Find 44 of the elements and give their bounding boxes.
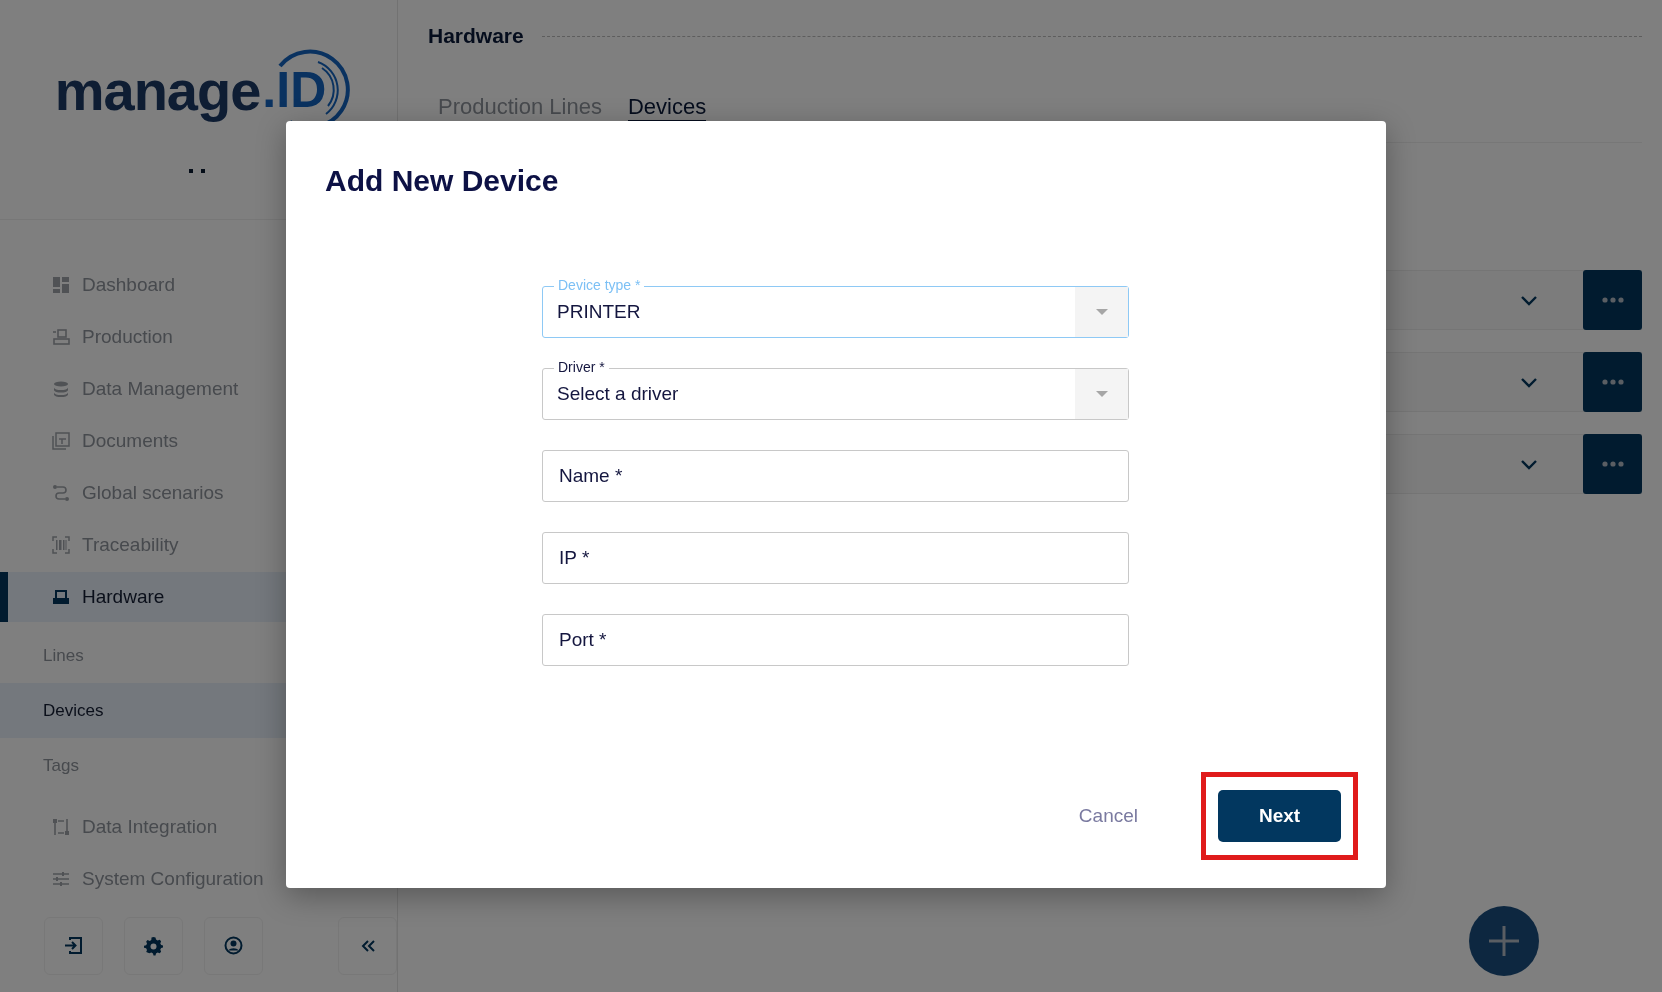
more-icon: [1601, 379, 1624, 385]
nav-item[interactable]: Data Integration: [0, 801, 397, 853]
tab[interactable]: Production Lines: [438, 94, 602, 120]
dashboard-icon: [52, 276, 70, 294]
input-field[interactable]: IP *: [542, 532, 1129, 584]
nav-item[interactable]: System Configuration: [0, 853, 397, 905]
account-icon: [224, 935, 243, 957]
logo-wordmark: .ID: [262, 61, 327, 119]
double-chevron-left-icon: [360, 940, 375, 952]
chevron-down-icon[interactable]: [1520, 294, 1538, 306]
nav-item[interactable]: Documents: [0, 415, 397, 467]
document-icon: [52, 432, 70, 450]
account-button[interactable]: [204, 917, 263, 975]
tab[interactable]: Devices: [627, 94, 707, 120]
input-field[interactable]: Name *: [542, 450, 1129, 502]
logout-icon: [64, 935, 83, 957]
logo-wordmark: manage: [54, 57, 261, 123]
dialog-title: Add New Device: [325, 164, 559, 198]
chevron-down-icon[interactable]: [1520, 458, 1538, 470]
next-button[interactable]: Next: [1218, 790, 1341, 842]
settings-button[interactable]: [124, 917, 183, 975]
input-field[interactable]: Port *: [542, 614, 1129, 666]
settings-icon: [144, 935, 163, 957]
nav-item[interactable]: Global scenarios: [0, 467, 397, 519]
sliders-icon: [52, 870, 70, 888]
plus-icon: [1489, 926, 1519, 956]
nav-item[interactable]: Dashboard: [0, 259, 397, 311]
nav-item[interactable]: Data Management: [0, 363, 397, 415]
printer-icon: [52, 588, 70, 606]
more-icon: [1601, 297, 1624, 303]
caret-icon: [1095, 309, 1108, 315]
page-title: Hardware: [428, 24, 524, 48]
caret-icon: [1095, 391, 1108, 397]
route-icon: [52, 484, 70, 502]
nav-item[interactable]: Traceability: [0, 519, 397, 571]
cancel-button[interactable]: Cancel: [1074, 799, 1142, 833]
logout-button[interactable]: [44, 917, 103, 975]
machine-icon: [52, 328, 70, 346]
nav-item[interactable]: Production: [0, 311, 397, 363]
chevron-down-icon[interactable]: [1520, 376, 1538, 388]
data-flow-icon: [52, 818, 70, 836]
barcode-icon: [52, 536, 70, 554]
more-icon: [1601, 461, 1624, 467]
database-icon: [52, 380, 70, 398]
